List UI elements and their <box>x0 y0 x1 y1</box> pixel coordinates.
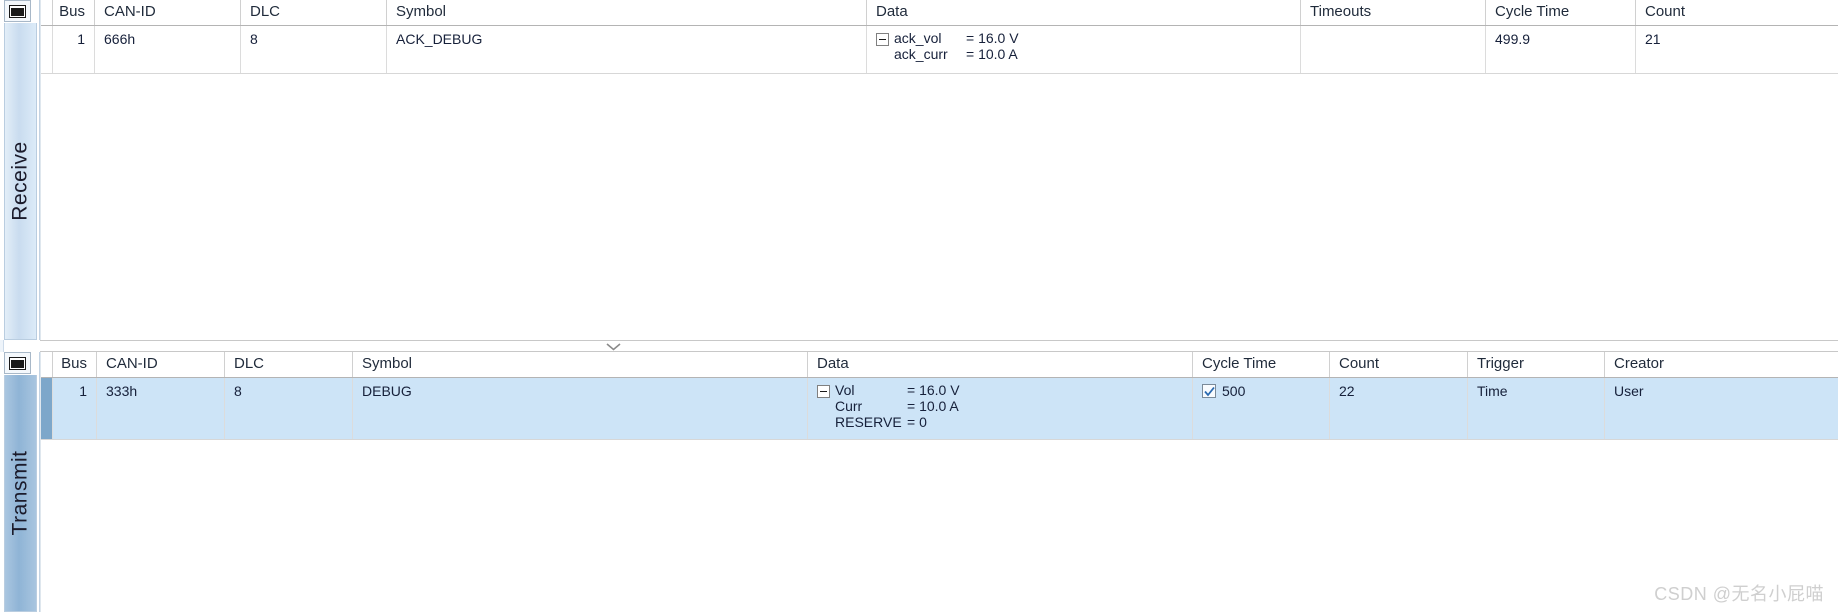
transmit-col-bus[interactable]: Bus <box>53 352 97 377</box>
cell-timeouts <box>1301 26 1486 73</box>
data-line[interactable]: Vol = 16.0 V <box>817 382 1192 398</box>
receive-grid-header: Bus CAN-ID DLC Symbol Data Timeouts Cycl… <box>41 0 1838 26</box>
receive-header-gutter <box>41 0 53 25</box>
receive-col-can-id[interactable]: CAN-ID <box>95 0 241 25</box>
receive-col-dlc[interactable]: DLC <box>241 0 387 25</box>
table-row[interactable]: 1 666h 8 ACK_DEBUG ack_vol = 16.0 V ack_… <box>41 26 1838 74</box>
transmit-header-gutter <box>41 352 53 377</box>
transmit-col-cycle-time[interactable]: Cycle Time <box>1193 352 1330 377</box>
data-line[interactable]: ack_vol = 16.0 V <box>876 30 1300 46</box>
receive-tab-strip[interactable]: Receive <box>0 0 40 340</box>
transmit-col-symbol[interactable]: Symbol <box>353 352 808 377</box>
data-signal-value: = 16.0 V <box>966 30 1019 46</box>
cell-cycle-time[interactable]: 500 <box>1193 378 1330 439</box>
receive-col-data[interactable]: Data <box>867 0 1301 25</box>
data-line[interactable]: RESERVE = 0 <box>817 414 1192 430</box>
cell-dlc: 8 <box>241 26 387 73</box>
cell-trigger: Time <box>1468 378 1605 439</box>
cell-symbol: DEBUG <box>353 378 808 439</box>
data-line[interactable]: Curr = 10.0 A <box>817 398 1192 414</box>
transmit-panel: Transmit Bus CAN-ID DLC Symbol Data Cycl… <box>0 352 1838 612</box>
transmit-col-creator[interactable]: Creator <box>1605 352 1838 377</box>
cell-symbol: ACK_DEBUG <box>387 26 867 73</box>
collapse-expander-icon[interactable] <box>817 384 830 398</box>
splitter-collapse-handle[interactable] <box>596 342 630 352</box>
cell-data[interactable]: Vol = 16.0 V Curr = 10.0 A RESERVE = 0 <box>808 378 1193 439</box>
transmit-grid-body: 1 333h 8 DEBUG Vol = 16.0 V Curr = 10.0 … <box>41 378 1838 440</box>
transmit-tab-label-container[interactable]: Transmit <box>4 375 37 612</box>
row-gutter[interactable] <box>41 378 53 439</box>
csdn-watermark: CSDN @无名小屁喵 <box>1654 584 1824 604</box>
cycle-time-checkbox[interactable] <box>1202 384 1216 398</box>
data-signal-value: = 16.0 V <box>907 382 960 398</box>
cycle-time-value: 500 <box>1222 383 1246 399</box>
receive-grid-body: 1 666h 8 ACK_DEBUG ack_vol = 16.0 V ack_… <box>41 26 1838 74</box>
can-monitor-window: Receive Bus CAN-ID DLC Symbol Data Timeo… <box>0 0 1838 612</box>
cell-can-id: 666h <box>95 26 241 73</box>
receive-grid[interactable]: Bus CAN-ID DLC Symbol Data Timeouts Cycl… <box>40 0 1838 340</box>
transmit-col-count[interactable]: Count <box>1330 352 1468 377</box>
data-signal-value: = 0 <box>907 414 927 430</box>
data-signal-value: = 10.0 A <box>966 46 1018 62</box>
receive-col-count[interactable]: Count <box>1636 0 1838 25</box>
table-row[interactable]: 1 333h 8 DEBUG Vol = 16.0 V Curr = 10.0 … <box>41 378 1838 440</box>
transmit-col-data[interactable]: Data <box>808 352 1193 377</box>
cell-bus: 1 <box>53 26 95 73</box>
receive-tab-label-container[interactable]: Receive <box>4 23 37 340</box>
receive-col-bus[interactable]: Bus <box>53 0 95 25</box>
transmit-tab-label: Transmit <box>8 450 32 536</box>
cell-count: 22 <box>1330 378 1468 439</box>
receive-tab-label: Receive <box>8 141 32 221</box>
transmit-grid[interactable]: Bus CAN-ID DLC Symbol Data Cycle Time Co… <box>40 352 1838 612</box>
transmit-tab-strip[interactable]: Transmit <box>0 352 40 612</box>
collapse-expander-icon[interactable] <box>876 32 889 46</box>
transmit-col-trigger[interactable]: Trigger <box>1468 352 1605 377</box>
cell-bus: 1 <box>53 378 97 439</box>
receive-select-all-icon[interactable] <box>4 0 31 22</box>
data-signal-name: Curr <box>835 398 863 414</box>
data-signal-name: Vol <box>835 382 855 398</box>
transmit-select-all-icon[interactable] <box>4 352 31 374</box>
cell-data[interactable]: ack_vol = 16.0 V ack_curr = 10.0 A <box>867 26 1301 73</box>
receive-col-cycle-time[interactable]: Cycle Time <box>1486 0 1636 25</box>
cell-cycle-time: 499.9 <box>1486 26 1636 73</box>
data-signal-name: RESERVE <box>835 414 902 430</box>
data-signal-name: ack_curr <box>894 46 948 62</box>
receive-col-timeouts[interactable]: Timeouts <box>1301 0 1486 25</box>
cell-dlc: 8 <box>225 378 353 439</box>
transmit-grid-header: Bus CAN-ID DLC Symbol Data Cycle Time Co… <box>41 352 1838 378</box>
transmit-col-dlc[interactable]: DLC <box>225 352 353 377</box>
cell-creator: User <box>1614 383 1644 399</box>
receive-col-symbol[interactable]: Symbol <box>387 0 867 25</box>
cell-can-id: 333h <box>97 378 225 439</box>
cell-count: 21 <box>1645 31 1661 47</box>
receive-panel: Receive Bus CAN-ID DLC Symbol Data Timeo… <box>0 0 1838 340</box>
transmit-col-can-id[interactable]: CAN-ID <box>97 352 225 377</box>
data-signal-value: = 10.0 A <box>907 398 959 414</box>
row-gutter[interactable] <box>41 26 53 73</box>
data-signal-name: ack_vol <box>894 30 942 46</box>
panel-splitter[interactable] <box>40 340 1838 352</box>
data-line[interactable]: ack_curr = 10.0 A <box>876 46 1300 62</box>
